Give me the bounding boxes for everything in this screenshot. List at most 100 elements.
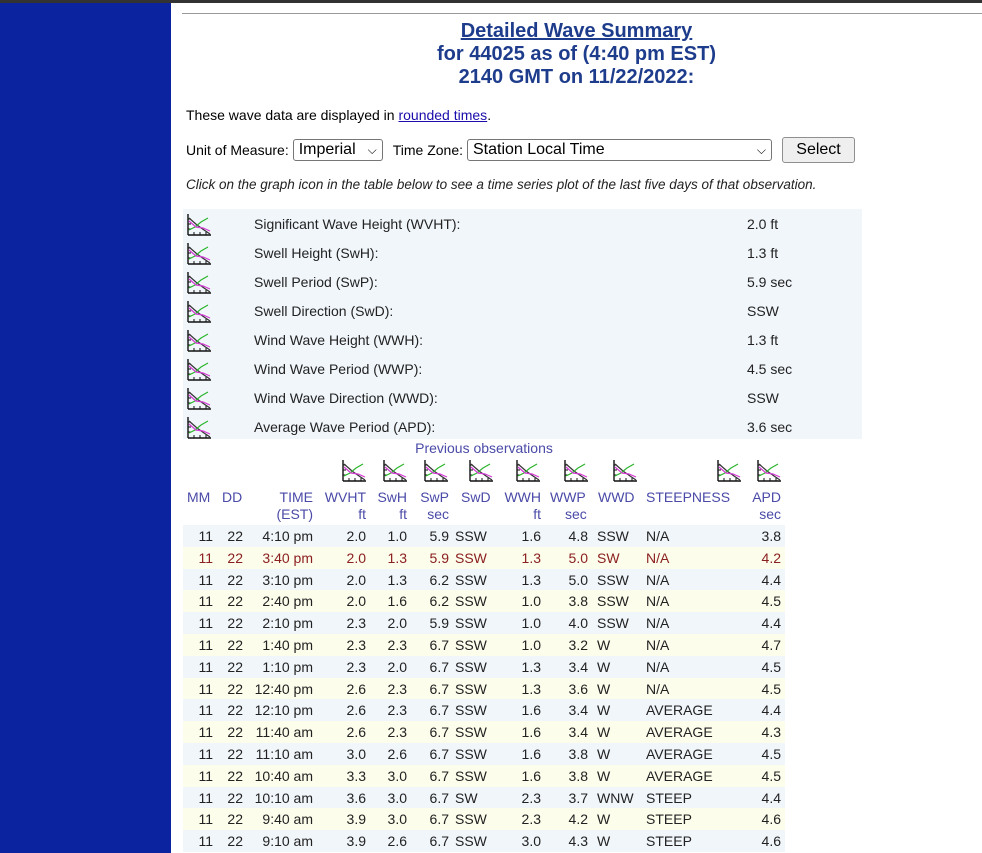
table-cell: 4.6 [761,811,781,828]
table-cell: 2.0 [346,571,366,588]
page-subtitle-station: for 44025 as of (4:40 pm EST) [437,43,716,65]
table-cell: 4.4 [761,702,781,719]
page-title-link[interactable]: Detailed Wave Summary [171,20,982,43]
summary-label: Wind Wave Period (WWP): [254,361,423,377]
summary-value: 5.9 sec [747,274,793,290]
col-apd-unit: sec [759,506,781,522]
table-cell: 11 [198,724,213,741]
graph-plot-icon[interactable] [612,459,638,488]
table-cell: 6.7 [429,833,449,850]
table-cell: STEEP [646,833,692,850]
summary-value: SSW [747,303,779,319]
table-cell: W [597,746,611,762]
table-cell: SSW [455,658,487,675]
summary-value: 1.3 ft [747,245,779,261]
summary-row: Wind Wave Height (WWH): 1.3 ft [183,325,862,354]
table-cell: 22 [227,811,243,828]
table-cell: 3:40 pm [262,549,313,566]
table-cell: 4.4 [761,571,781,588]
table-cell: 6.7 [429,746,449,762]
timezone-select[interactable]: Station Local Time ⌵ [467,139,772,161]
table-cell: 22 [227,724,243,741]
col-time-label: TIME [279,489,313,505]
col-wwh: WWH ft [491,489,541,523]
table-row: 11 22 1:40 pm 2.3 2.3 6.7 SSW 1.0 3.2 W N/A 4.7 [183,634,785,656]
summary-row: Significant Wave Height (WVHT): 2.0 ft [183,209,862,238]
summary-row: Average Wave Period (APD): 3.6 sec [183,412,862,441]
table-cell: W [597,811,611,828]
graph-plot-icon[interactable] [515,459,541,488]
table-cell: 22 [227,637,243,653]
table-cell: 10:10 am [254,789,313,806]
table-cell: 2.3 [346,615,366,632]
table-cell: 4.7 [761,637,781,653]
table-cell: 2.3 [387,724,407,741]
table-cell: 1.6 [521,528,541,544]
table-cell: 3.9 [346,833,366,850]
table-cell: AVERAGE [646,702,713,719]
table-cell: W [597,767,611,784]
table-cell: 1.6 [521,702,541,719]
table-cell: 3.0 [387,767,407,784]
chevron-down-icon: ⌵ [756,142,766,157]
col-wwh-unit: ft [533,506,541,522]
graph-plot-icon[interactable] [382,459,408,488]
table-cell: 11 [198,811,213,828]
table-cell: 11 [198,833,213,850]
table-cell: 1.3 [521,571,541,588]
graph-plot-icon[interactable] [563,459,589,488]
table-cell: W [597,680,611,697]
col-swp-unit: sec [427,506,449,522]
divider [182,13,982,14]
main-content: Detailed Wave Summary for 44025 as of (4… [171,3,982,853]
table-cell: 5.9 [429,549,449,566]
summary-value: 2.0 ft [747,216,779,232]
graph-plot-icon[interactable] [756,459,782,488]
table-row: 11 22 3:10 pm 2.0 1.3 6.2 SSW 1.3 5.0 SSW N/A 4.4 [183,568,785,591]
table-cell: 3.6 [346,789,366,806]
select-button[interactable]: Select [782,137,855,163]
col-steepness: STEEPNESS [646,489,731,505]
graph-plot-icon[interactable] [423,459,449,488]
table-cell: 4.2 [761,549,781,566]
summary-label: Swell Direction (SwD): [254,303,394,319]
table-cell: STEEP [646,811,692,828]
timezone-select-value: Station Local Time [473,141,605,158]
table-cell: 1.3 [387,549,407,566]
table-cell: 12:40 pm [254,680,313,697]
graph-plot-icon[interactable] [341,459,367,488]
summary-label: Significant Wave Height (WVHT): [254,216,461,232]
table-cell: W [597,702,611,719]
table-cell: N/A [646,658,670,675]
table-cell: SSW [455,549,487,566]
table-row: 11 22 10:10 am 3.6 3.0 6.7 SW 2.3 3.7 WNW STEEP 4.4 [183,786,785,809]
table-cell: 22 [227,528,243,544]
table-cell: 4.5 [761,746,781,762]
info-prefix: These wave data are displayed in [186,107,399,123]
table-cell: 10:40 am [254,767,313,784]
summary-value: 1.3 ft [747,332,779,348]
col-dd: DD [222,489,243,505]
table-cell: 4.3 [568,833,588,850]
table-cell: 1.0 [521,637,541,653]
table-cell: 4:10 pm [262,528,313,544]
table-cell: 1.6 [387,593,407,610]
rounded-times-link[interactable]: rounded times [398,107,487,123]
table-cell: 6.7 [429,680,449,697]
unit-select[interactable]: Imperial ⌵ [292,139,383,161]
table-cell: 1.3 [521,680,541,697]
table-cell: SSW [597,528,629,544]
table-cell: 3.0 [387,811,407,828]
graph-plot-icon[interactable] [468,459,494,488]
table-cell: 11 [198,767,213,784]
info-text: These wave data are displayed in rounded… [186,107,491,123]
table-cell: 22 [227,615,243,632]
table-cell: 3.8 [568,767,588,784]
table-cell: 11 [198,637,213,653]
col-wvht: WVHT ft [316,489,366,523]
table-row: 11 22 9:10 am 3.9 2.6 6.7 SSW 3.0 4.3 W STEEP 4.6 [183,830,785,853]
summary-value: 3.6 sec [747,419,793,435]
previous-observations-title: Previous observations [415,440,553,456]
graph-plot-icon[interactable] [716,459,742,488]
table-cell: 1.6 [521,724,541,741]
